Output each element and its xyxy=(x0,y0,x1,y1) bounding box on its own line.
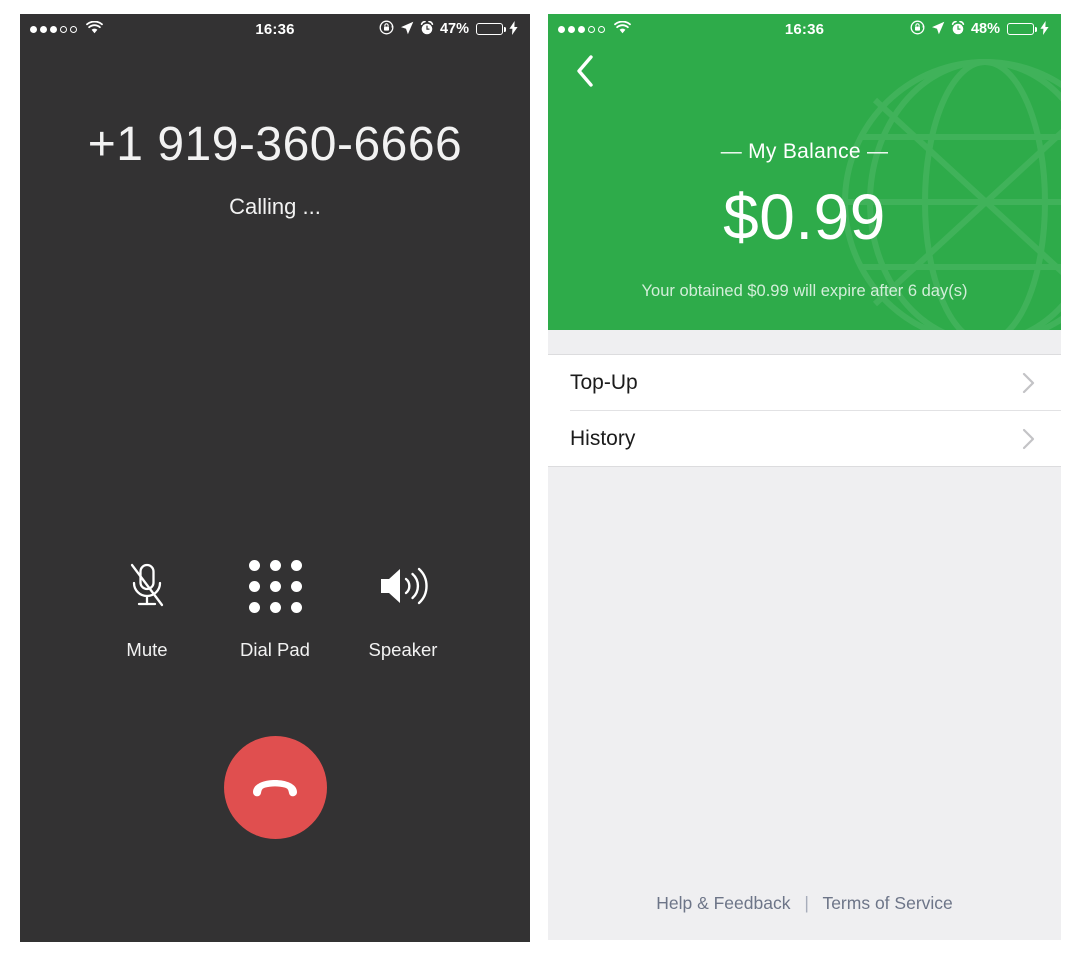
wallet-status-bar: 16:36 48% xyxy=(548,14,1061,44)
status-bar-left-group xyxy=(30,20,103,37)
call-controls-row: Mute Dial Pad Speaker xyxy=(20,555,530,661)
status-bar-left-group xyxy=(558,20,631,37)
call-screen-panel: 16:36 47% +1 919-360-6666 Calling ... Mu… xyxy=(20,14,530,942)
location-arrow-icon xyxy=(931,21,945,38)
battery-percent-label: 47% xyxy=(439,21,469,37)
chevron-right-icon xyxy=(1022,428,1035,450)
speaker-button[interactable]: Speaker xyxy=(339,555,467,661)
rotation-lock-icon xyxy=(910,20,925,38)
speaker-icon xyxy=(377,555,429,617)
menu-row-top-up[interactable]: Top-Up xyxy=(548,355,1061,410)
dial-pad-button-label: Dial Pad xyxy=(240,639,310,660)
lightning-bolt-icon xyxy=(1040,20,1049,38)
battery-icon xyxy=(1007,22,1037,36)
mute-button-label: Mute xyxy=(126,639,168,660)
speaker-button-label: Speaker xyxy=(368,639,438,660)
alarm-clock-icon xyxy=(951,20,965,38)
footer-separator: | xyxy=(804,893,809,913)
call-phone-number: +1 919-360-6666 xyxy=(87,118,463,171)
lightning-bolt-icon xyxy=(509,20,518,38)
end-call-button[interactable] xyxy=(223,736,327,839)
call-status-bar: 16:36 47% xyxy=(20,14,530,44)
status-bar-right-group: 48% xyxy=(910,20,1049,38)
balance-header: 16:36 48% — My Balance — $0.99 Your obta… xyxy=(548,14,1061,330)
menu-row-label: History xyxy=(570,426,636,450)
balance-expiry-note: Your obtained $0.99 will expire after 6 … xyxy=(641,282,968,300)
chevron-right-icon xyxy=(1022,372,1035,394)
battery-percent-label: 48% xyxy=(970,21,1000,37)
menu-row-label: Top-Up xyxy=(570,370,638,394)
dial-pad-button[interactable]: Dial Pad xyxy=(211,555,339,661)
back-button[interactable] xyxy=(562,50,608,96)
rotation-lock-icon xyxy=(379,20,394,38)
microphone-muted-icon xyxy=(124,555,170,617)
wifi-icon xyxy=(86,20,103,37)
section-spacer xyxy=(548,330,1061,354)
alarm-clock-icon xyxy=(420,20,434,38)
hang-up-phone-icon xyxy=(249,770,301,805)
call-status-text: Calling ... xyxy=(229,194,321,219)
dial-pad-icon xyxy=(248,555,302,617)
mute-button[interactable]: Mute xyxy=(83,555,211,661)
menu-row-history[interactable]: History xyxy=(570,410,1061,466)
wifi-icon xyxy=(614,20,631,37)
footer-links: Help & Feedback | Terms of Service xyxy=(548,893,1061,914)
chevron-left-icon xyxy=(574,54,596,93)
status-bar-right-group: 47% xyxy=(379,20,518,38)
menu-list: Top-Up History xyxy=(548,354,1061,467)
signal-dots-icon xyxy=(558,25,605,33)
terms-of-service-link[interactable]: Terms of Service xyxy=(822,893,952,913)
wallet-screen-panel: 16:36 48% — My Balance — $0.99 Your obta… xyxy=(548,14,1061,940)
end-call-row xyxy=(20,736,530,839)
signal-dots-icon xyxy=(30,25,77,33)
balance-amount: $0.99 xyxy=(723,181,886,253)
battery-icon xyxy=(476,22,506,36)
location-arrow-icon xyxy=(400,21,414,38)
help-feedback-link[interactable]: Help & Feedback xyxy=(656,893,790,913)
balance-title: — My Balance — xyxy=(720,140,889,163)
